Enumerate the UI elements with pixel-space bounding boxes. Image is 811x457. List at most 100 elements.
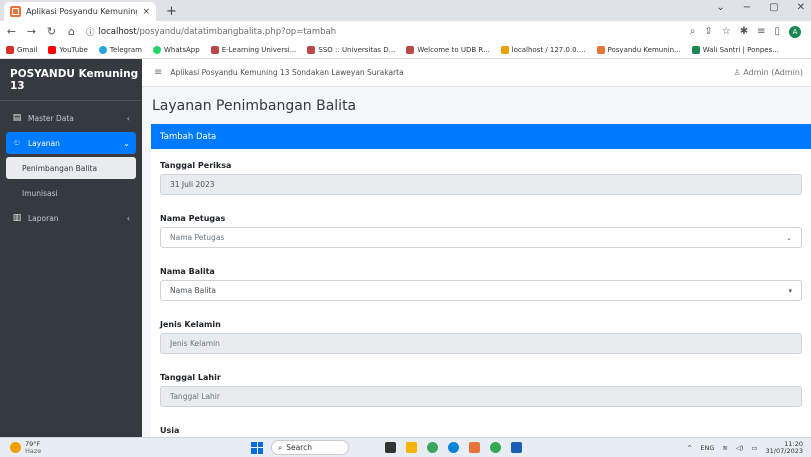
posyandu-app-icon[interactable] bbox=[469, 442, 480, 453]
clock[interactable]: 11:20 31/07/2023 bbox=[765, 440, 803, 455]
search-icon: ⌕ bbox=[278, 442, 283, 452]
sidebar-subitem-imunisasi[interactable]: Imunisasi bbox=[6, 182, 136, 204]
sidebar-item-label: Laporan bbox=[28, 213, 59, 223]
browser-tab-strip: Aplikasi Posyandu Kemuning 13 × + ⌄ − ▢ … bbox=[0, 0, 811, 21]
address-bar[interactable]: ⓘ localhost/posyandu/datatimbangbalita.p… bbox=[86, 26, 681, 38]
extensions-icon[interactable]: ✱ bbox=[740, 26, 748, 37]
taskbar-search[interactable]: ⌕ Search bbox=[271, 440, 349, 455]
url-host: localhost bbox=[98, 26, 137, 37]
bookmark-star-icon[interactable]: ☆ bbox=[722, 26, 731, 37]
youtube-icon bbox=[48, 46, 57, 54]
bookmark-telegram[interactable]: Telegram bbox=[98, 46, 142, 54]
field-nama-balita: Nama Balita Nama Balita ▾ bbox=[160, 263, 802, 301]
app-title: Aplikasi Posyandu Kemuning 13 Sondakan L… bbox=[170, 68, 404, 77]
wali-santri-icon bbox=[691, 46, 700, 54]
close-tab-icon[interactable]: × bbox=[142, 7, 150, 17]
select-placeholder: Nama Petugas bbox=[170, 233, 225, 242]
gmail-icon bbox=[6, 46, 14, 54]
sidebar-item-master-data[interactable]: ▤ Master Data ‹ bbox=[6, 107, 136, 129]
tanggal-periksa-input[interactable]: 31 Juli 2023 bbox=[160, 174, 802, 195]
jenis-kelamin-input[interactable]: Jenis Kelamin bbox=[160, 333, 802, 354]
user-icon: ♙ bbox=[733, 68, 744, 77]
back-arrow-icon[interactable]: ← bbox=[6, 25, 17, 38]
bookmark-welcome-udb[interactable]: Welcome to UDB R... bbox=[406, 46, 490, 54]
url-path: /posyandu/datatimbangbalita.php?op=tamba… bbox=[136, 26, 337, 37]
bookmark-gmail[interactable]: Gmail bbox=[6, 46, 37, 54]
chevron-up-icon[interactable]: ^ bbox=[687, 444, 692, 452]
chrome-icon[interactable] bbox=[427, 442, 438, 453]
minimize-icon[interactable]: − bbox=[743, 2, 751, 13]
close-window-icon[interactable]: ✕ bbox=[797, 2, 805, 13]
field-label: Tanggal Periksa bbox=[160, 161, 232, 170]
bookmark-posyandu[interactable]: Posyandu Kemunin... bbox=[596, 46, 681, 54]
nama-balita-select[interactable]: Nama Balita ▾ bbox=[160, 280, 802, 301]
udb-logo-icon bbox=[210, 46, 219, 54]
bookmark-localhost[interactable]: localhost / 127.0.0.... bbox=[500, 46, 586, 54]
select-value: Nama Balita bbox=[170, 286, 216, 295]
whatsapp-icon[interactable] bbox=[490, 442, 501, 453]
taskbar-search-label: Search bbox=[286, 443, 312, 452]
tanggal-lahir-input[interactable]: Tanggal Lahir bbox=[160, 386, 802, 407]
card-header: Tambah Data bbox=[151, 124, 811, 149]
dropdown-arrow-icon: ▾ bbox=[788, 286, 792, 295]
sidebar-item-layanan[interactable]: ಲ Layanan ⌄ bbox=[6, 132, 136, 154]
bookmarks-bar: Gmail YouTube Telegram WhatsApp E-Learni… bbox=[0, 42, 811, 59]
bookmark-wali-santri[interactable]: Wali Santri | Ponpes... bbox=[691, 46, 779, 54]
forward-arrow-icon[interactable]: → bbox=[26, 25, 37, 38]
address-bar-row: ← → ↻ ⌂ ⓘ localhost/posyandu/datatimbang… bbox=[0, 21, 811, 42]
clock-date: 31/07/2023 bbox=[765, 446, 803, 455]
tab-search-icon[interactable]: ⌄ bbox=[716, 2, 724, 13]
field-label: Jenis Kelamin bbox=[160, 320, 221, 329]
task-view-icon[interactable] bbox=[385, 442, 396, 453]
field-jenis-kelamin: Jenis Kelamin Jenis Kelamin bbox=[160, 316, 802, 354]
zoom-icon[interactable]: ⌕ bbox=[690, 26, 696, 37]
user-menu[interactable]: ♙ Admin (Admin) bbox=[734, 68, 804, 77]
address-bar-actions: ⌕ ⇪ ☆ ✱ ≡ ▯ A bbox=[690, 25, 801, 38]
form-card-body: Tanggal Periksa 31 Juli 2023 Nama Petuga… bbox=[151, 149, 811, 437]
sidebar-item-label: Layanan bbox=[28, 138, 60, 148]
weather-condition: Haze bbox=[25, 446, 42, 455]
whatsapp-icon bbox=[152, 46, 161, 54]
language-indicator[interactable]: ENG bbox=[700, 444, 714, 452]
edge-icon[interactable] bbox=[448, 442, 459, 453]
file-explorer-icon[interactable] bbox=[406, 442, 417, 453]
new-tab-button[interactable]: + bbox=[166, 2, 177, 21]
home-icon[interactable]: ⌂ bbox=[66, 25, 77, 38]
share-icon[interactable]: ⇪ bbox=[704, 26, 712, 37]
browser-tab-title: Aplikasi Posyandu Kemuning 13 bbox=[26, 7, 138, 16]
sidebar-subitem-penimbangan-balita[interactable]: Penimbangan Balita bbox=[6, 157, 136, 179]
bookmark-whatsapp[interactable]: WhatsApp bbox=[152, 46, 200, 54]
site-info-icon[interactable]: ⓘ bbox=[86, 26, 95, 38]
bookmark-elearning[interactable]: E-Learning Universi... bbox=[210, 46, 296, 54]
weather-widget[interactable]: 79°F Haze bbox=[10, 440, 70, 455]
browser-tab[interactable]: Aplikasi Posyandu Kemuning 13 × bbox=[4, 2, 156, 21]
nama-petugas-select[interactable]: Nama Petugas ⌄ bbox=[160, 227, 802, 248]
reload-icon[interactable]: ↻ bbox=[46, 25, 57, 38]
udb-logo-icon bbox=[307, 46, 316, 54]
stethoscope-icon: ಲ bbox=[14, 138, 20, 148]
profile-avatar[interactable]: A bbox=[789, 25, 801, 38]
database-icon: ▤ bbox=[12, 113, 22, 123]
sun-haze-icon bbox=[10, 442, 21, 453]
bookmark-sso[interactable]: SSO :: Universitas D... bbox=[307, 46, 395, 54]
hamburger-menu-icon[interactable]: ≡ bbox=[154, 67, 162, 78]
reading-list-icon[interactable]: ≡ bbox=[757, 26, 765, 37]
telegram-icon bbox=[98, 46, 107, 54]
chevron-left-icon: ‹ bbox=[126, 213, 130, 223]
windows-start-icon[interactable] bbox=[251, 441, 263, 454]
main-content: ≡ Aplikasi Posyandu Kemuning 13 Sondakan… bbox=[142, 59, 811, 437]
report-book-icon: ▥ bbox=[12, 213, 22, 223]
field-label: Tanggal Lahir bbox=[160, 373, 221, 382]
app-container: POSYANDU Kemuning 13 ▤ Master Data ‹ ಲ L… bbox=[0, 59, 811, 437]
wifi-icon[interactable]: ≋ bbox=[722, 444, 727, 452]
sidebar-item-laporan[interactable]: ▥ Laporan ‹ bbox=[6, 207, 136, 229]
brand-title[interactable]: POSYANDU Kemuning 13 bbox=[0, 59, 142, 101]
field-tanggal-lahir: Tanggal Lahir Tanggal Lahir bbox=[160, 369, 802, 407]
word-icon[interactable] bbox=[511, 442, 522, 453]
volume-icon[interactable]: ◁) bbox=[736, 444, 744, 452]
maximize-icon[interactable]: ▢ bbox=[769, 2, 778, 13]
battery-icon[interactable]: ▭ bbox=[751, 444, 757, 452]
side-panel-icon[interactable]: ▯ bbox=[774, 26, 780, 37]
chevron-left-icon: ‹ bbox=[126, 113, 130, 123]
bookmark-youtube[interactable]: YouTube bbox=[48, 46, 88, 54]
